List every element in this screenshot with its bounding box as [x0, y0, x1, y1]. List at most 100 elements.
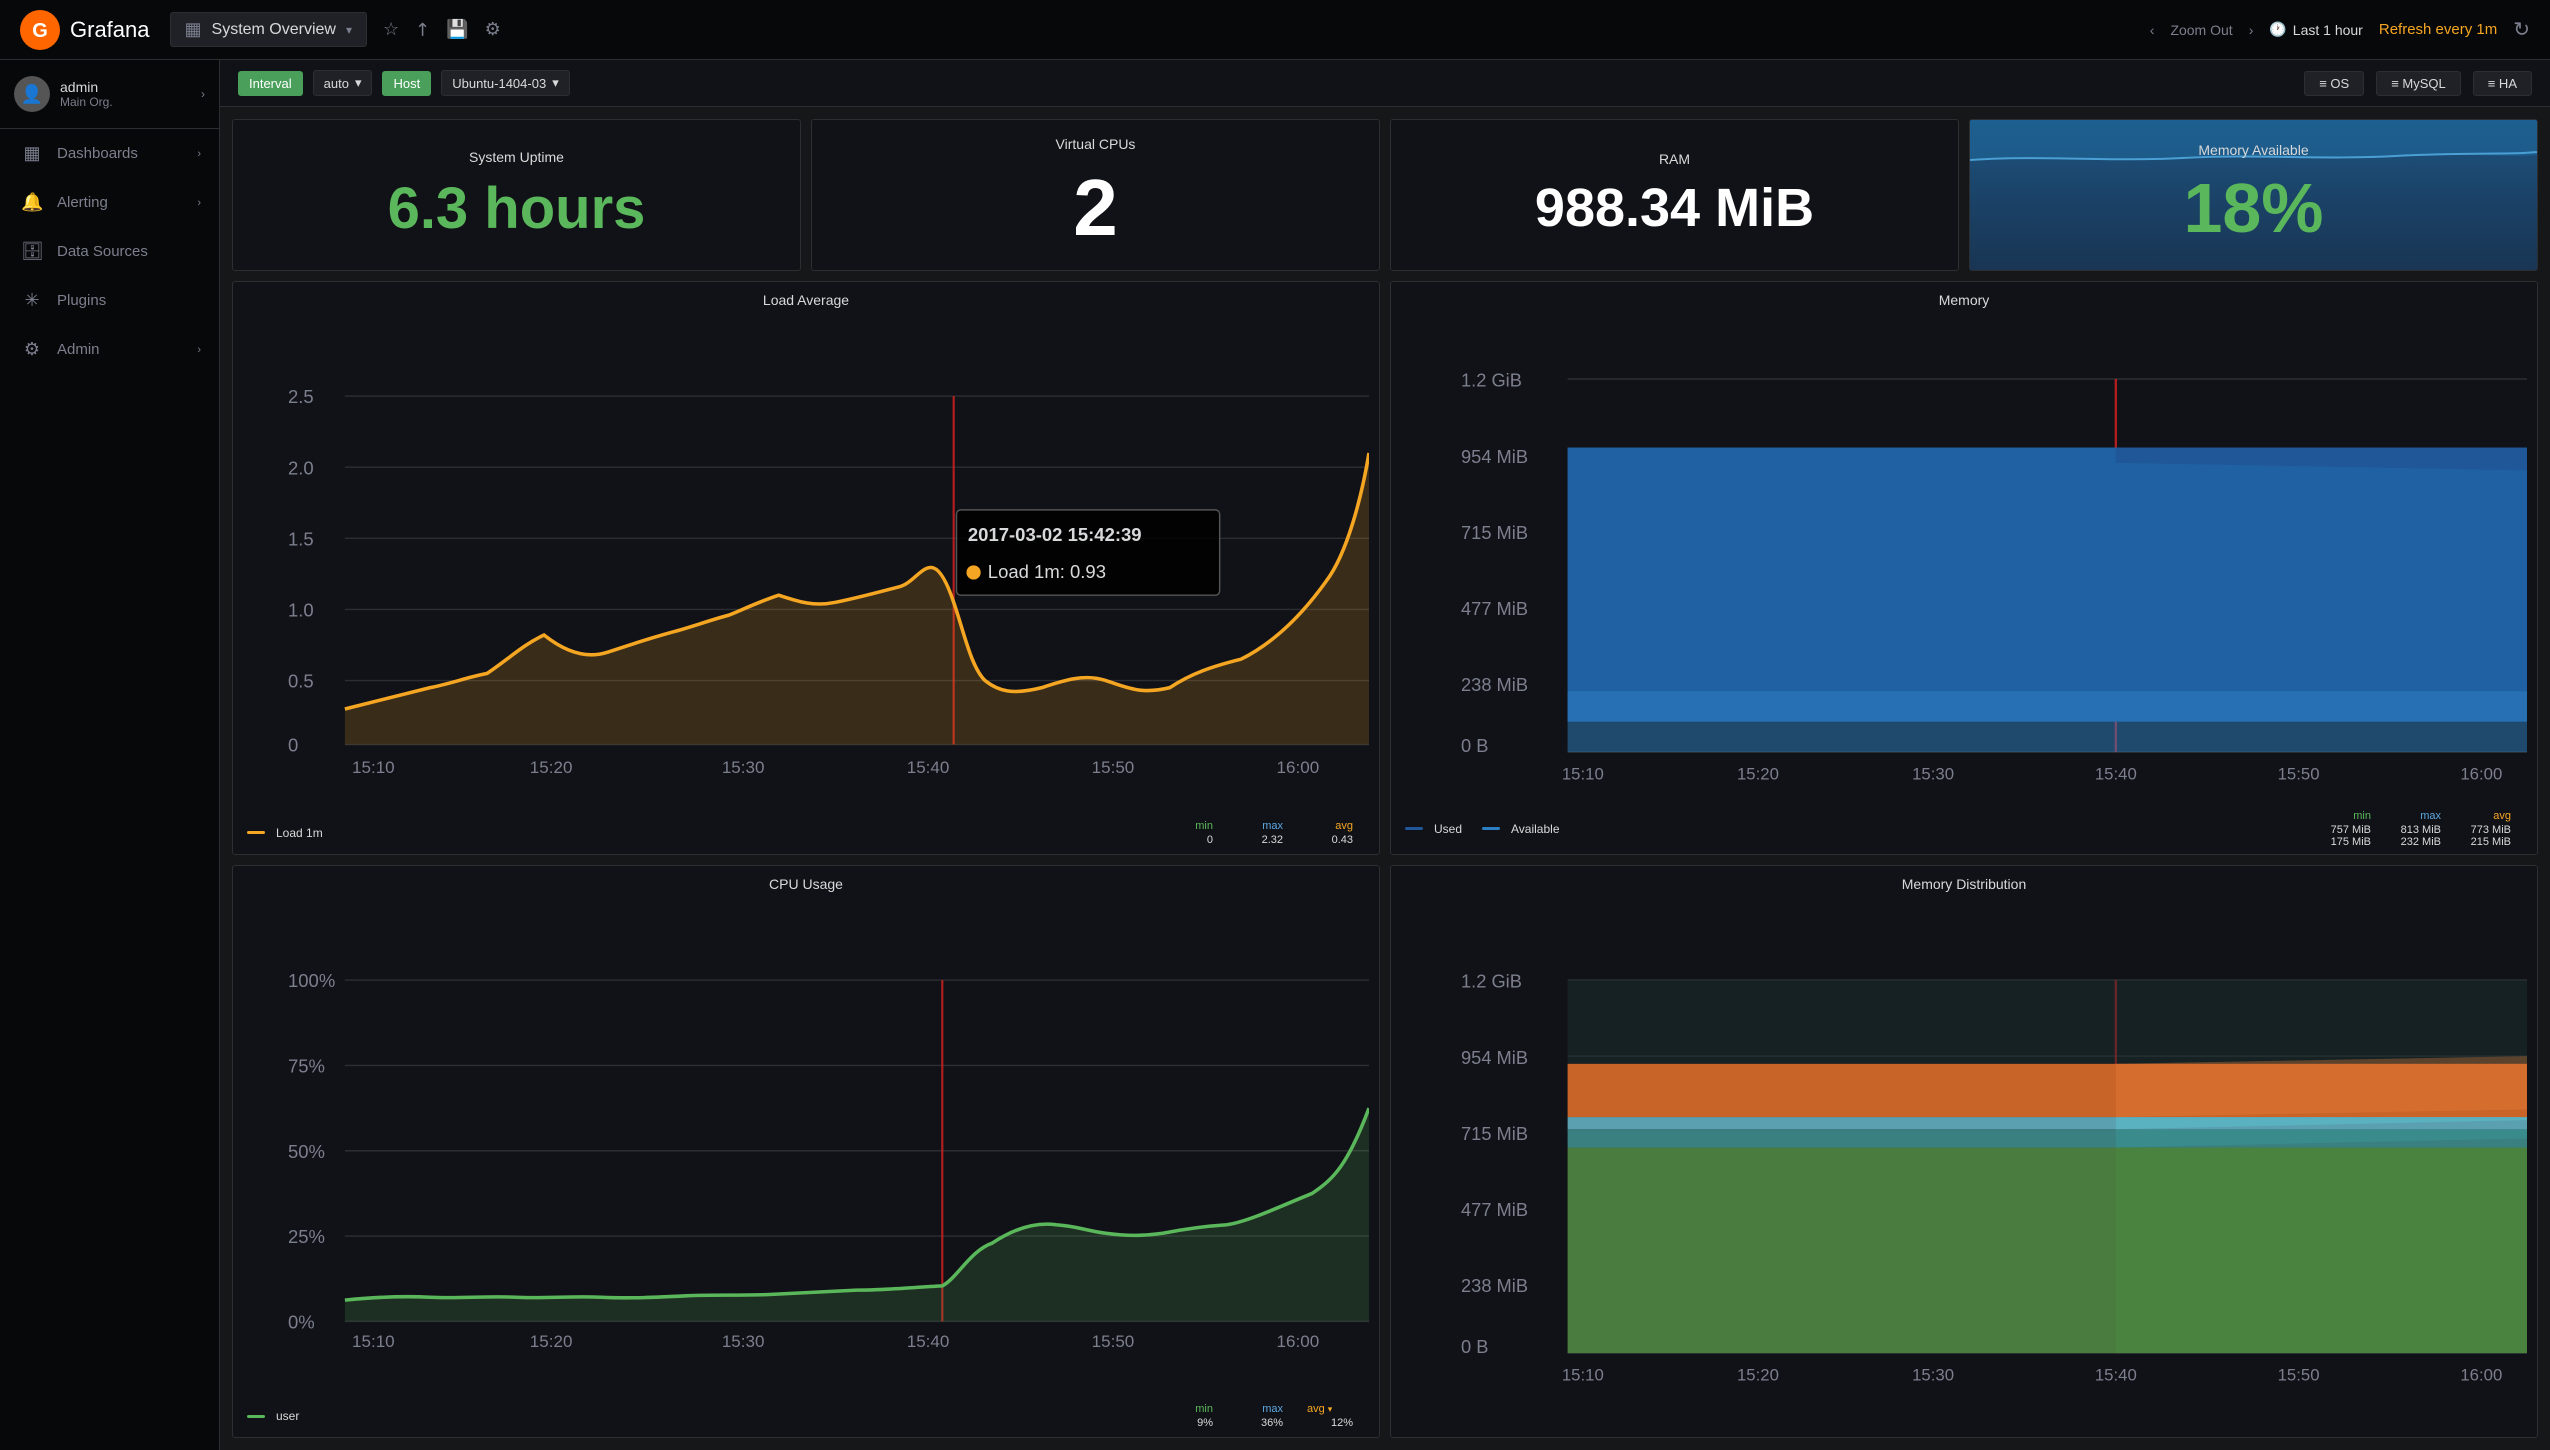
svg-text:15:20: 15:20	[530, 758, 573, 777]
svg-text:15:20: 15:20	[530, 1332, 573, 1351]
interval-select[interactable]: auto ▾	[313, 70, 373, 96]
svg-text:477 MiB: 477 MiB	[1461, 598, 1528, 619]
cpu-stats: min 9% max 36% avg ▾ 12%	[1155, 1403, 1365, 1429]
mem-min-col: min 757 MiB 175 MiB	[2313, 810, 2383, 848]
host-value: Ubuntu-1404-03	[452, 76, 546, 91]
load-stats: min 0 max 2.32 avg 0.43	[1155, 820, 1365, 846]
dashboard-title-btn[interactable]: ▦ System Overview ▾	[170, 12, 368, 47]
sidebar: 👤 admin Main Org. › ▦ Dashboards › 🔔 Ale…	[0, 60, 220, 1450]
refresh-icon[interactable]: ↻	[2513, 17, 2530, 42]
dashboards-arrow-icon: ›	[197, 148, 201, 160]
cpu-user-legend: user	[247, 1409, 299, 1423]
svg-text:15:10: 15:10	[1562, 765, 1604, 784]
cpu-max-val: 36%	[1237, 1417, 1283, 1429]
sidebar-item-admin[interactable]: ⚙ Admin ›	[0, 325, 219, 374]
svg-text:715 MiB: 715 MiB	[1461, 522, 1528, 543]
zoom-forward-btn[interactable]: ›	[2249, 22, 2254, 38]
load-avg-title: Load Average	[763, 292, 849, 308]
svg-text:15:30: 15:30	[722, 758, 765, 777]
topbar-icons: ☆ ↗ 💾 ⚙	[383, 19, 501, 40]
svg-text:Load 1m: 0.93: Load 1m: 0.93	[988, 561, 1106, 582]
svg-text:15:40: 15:40	[907, 1332, 950, 1351]
svg-text:16:00: 16:00	[1277, 758, 1320, 777]
load-legend-label: Load 1m	[276, 826, 323, 840]
load-avg-svg: 2.5 2.0 1.5 1.0 0.5 0	[288, 318, 1369, 816]
load-min-header: min	[1167, 820, 1213, 832]
svg-text:477 MiB: 477 MiB	[1461, 1199, 1528, 1220]
cpu-svg: 100% 75% 50% 25% 0%	[288, 902, 1369, 1400]
cpu-max-header: max	[1237, 1403, 1283, 1415]
logo-text: Grafana	[70, 17, 150, 43]
interval-value: auto	[324, 76, 349, 91]
sidebar-nav: ▦ Dashboards › 🔔 Alerting › 🗄 Data Sourc…	[0, 129, 219, 374]
svg-text:0%: 0%	[288, 1311, 315, 1332]
save-icon[interactable]: 💾	[446, 19, 468, 40]
svg-text:954 MiB: 954 MiB	[1461, 446, 1528, 467]
used-min-val: 757 MiB	[2325, 824, 2371, 836]
memory-chart-area: 1.2 GiB 954 MiB 715 MiB 477 MiB 238 MiB …	[1391, 318, 2537, 806]
svg-text:715 MiB: 715 MiB	[1461, 1122, 1528, 1143]
svg-text:15:50: 15:50	[1092, 758, 1135, 777]
load-avg-header: avg	[1307, 820, 1353, 832]
alerting-icon: 🔔	[21, 192, 43, 213]
sidebar-item-alerting[interactable]: 🔔 Alerting ›	[0, 178, 219, 227]
avail-legend: Available	[1482, 822, 1559, 836]
dashboard-area: System Uptime 6.3 hours Virtual CPUs 2 R…	[220, 107, 2550, 1450]
share-icon[interactable]: ↗	[410, 17, 436, 43]
sidebar-item-plugins-label: Plugins	[57, 292, 201, 309]
interval-tag[interactable]: Interval	[238, 71, 303, 96]
main-area: 👤 admin Main Org. › ▦ Dashboards › 🔔 Ale…	[0, 60, 2550, 1450]
mem-dist-svg: 1.2 GiB 954 MiB 715 MiB 477 MiB 238 MiB …	[1461, 902, 2527, 1424]
memory-panel: Memory 1.2 GiB 954 MiB 715 MiB 477 MiB 2…	[1390, 281, 2538, 855]
memory-stats: min 757 MiB 175 MiB max 813 MiB 232 MiB	[2313, 810, 2523, 848]
sidebar-item-datasources[interactable]: 🗄 Data Sources	[0, 227, 219, 276]
settings-icon[interactable]: ⚙	[485, 19, 501, 40]
svg-text:G: G	[32, 20, 48, 42]
mem-dist-chart-area: 1.2 GiB 954 MiB 715 MiB 477 MiB 238 MiB …	[1391, 902, 2537, 1424]
svg-text:238 MiB: 238 MiB	[1461, 674, 1528, 695]
zoom-out-btn[interactable]: Zoom Out	[2170, 22, 2232, 38]
plugins-icon: ✳	[21, 290, 43, 311]
os-menu-btn[interactable]: ≡ OS	[2304, 71, 2364, 96]
time-range-label: Last 1 hour	[2293, 22, 2363, 38]
svg-text:15:40: 15:40	[2095, 765, 2137, 784]
interval-chevron-icon: ▾	[355, 75, 362, 91]
sidebar-item-datasources-label: Data Sources	[57, 243, 201, 260]
cpu-avg-dropdown-icon[interactable]: ▾	[1328, 1404, 1333, 1415]
load-max-col: max 2.32	[1225, 820, 1295, 846]
stat-row: System Uptime 6.3 hours Virtual CPUs 2 R…	[232, 119, 2538, 271]
zoom-back-btn[interactable]: ‹	[2150, 22, 2155, 38]
cpu-legend-color	[247, 1415, 265, 1418]
svg-text:0: 0	[288, 735, 298, 756]
avail-legend-label: Available	[1511, 822, 1559, 836]
cpu-min-val: 9%	[1167, 1417, 1213, 1429]
load-1m-legend: Load 1m	[247, 826, 323, 840]
datasources-icon: 🗄	[21, 241, 43, 262]
cpu-usage-panel: CPU Usage 100% 75% 50% 25% 0%	[232, 865, 1380, 1439]
mem-min-header: min	[2325, 810, 2371, 822]
host-select[interactable]: Ubuntu-1404-03 ▾	[441, 70, 570, 96]
cpu-header: CPU Usage	[233, 866, 1379, 902]
star-icon[interactable]: ☆	[383, 19, 399, 40]
sidebar-item-plugins[interactable]: ✳ Plugins	[0, 276, 219, 325]
avatar: 👤	[14, 76, 50, 112]
memory-legend-area: Used Available	[1391, 806, 2537, 854]
content: Interval auto ▾ Host Ubuntu-1404-03 ▾ ≡ …	[220, 60, 2550, 1450]
load-min-col: min 0	[1155, 820, 1225, 846]
svg-text:100%: 100%	[288, 970, 335, 991]
memory-title: Memory	[1939, 292, 1990, 308]
mem-avg-col: avg 773 MiB 215 MiB	[2453, 810, 2523, 848]
alerting-arrow-icon: ›	[197, 197, 201, 209]
sidebar-user[interactable]: 👤 admin Main Org. ›	[0, 60, 219, 129]
ha-menu-btn[interactable]: ≡ HA	[2473, 71, 2532, 96]
admin-arrow-icon: ›	[197, 344, 201, 356]
svg-text:50%: 50%	[288, 1140, 325, 1161]
svg-text:1.2 GiB: 1.2 GiB	[1461, 370, 1522, 391]
time-range-picker[interactable]: 🕐 Last 1 hour	[2269, 21, 2363, 38]
load-max-header: max	[1237, 820, 1283, 832]
vcpu-panel: Virtual CPUs 2	[811, 119, 1380, 271]
host-tag[interactable]: Host	[382, 71, 431, 96]
sidebar-item-dashboards[interactable]: ▦ Dashboards ›	[0, 129, 219, 178]
cpu-avg-col: avg ▾ 12%	[1295, 1403, 1365, 1429]
mysql-menu-btn[interactable]: ≡ MySQL	[2376, 71, 2461, 96]
